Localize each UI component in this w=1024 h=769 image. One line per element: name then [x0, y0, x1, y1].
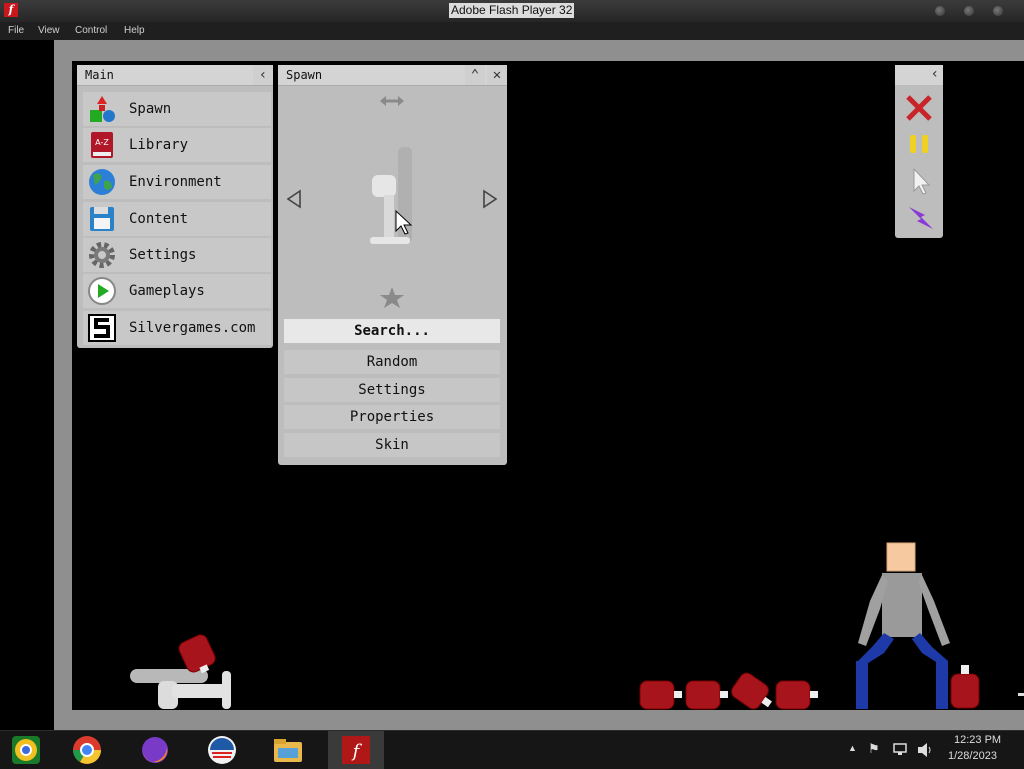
window-title: Adobe Flash Player 32 [449, 3, 575, 18]
clock-date[interactable]: 1/28/2023 [948, 750, 997, 762]
clock-time[interactable]: 12:23 PM [954, 734, 1001, 746]
main-panel-header[interactable]: Main ‹ [77, 65, 273, 86]
canister[interactable] [775, 680, 818, 710]
canister[interactable] [729, 670, 778, 710]
main-item-label: Settings [129, 247, 197, 263]
book-icon: A-Z [91, 132, 113, 158]
svg-text:A-Z: A-Z [95, 138, 109, 147]
main-item-label: Silvergames.com [129, 320, 256, 336]
canister[interactable] [685, 680, 728, 710]
taskbar: f ▲ ⚑ 12:23 PM 1/28/2023 [0, 730, 1024, 769]
delete-tool-icon[interactable] [906, 95, 932, 121]
spawn-preview [286, 96, 498, 308]
canister[interactable] [950, 665, 980, 709]
flash-logo-icon: f [4, 3, 18, 17]
next-arrow-icon[interactable] [483, 189, 498, 209]
silvergames-logo-icon [88, 314, 116, 342]
play-icon [88, 277, 116, 305]
offscreen-object [1018, 693, 1024, 696]
pointer-tool-icon[interactable] [913, 167, 931, 195]
minimize-chevron-up-icon[interactable]: ⌃ [465, 65, 485, 85]
main-item-spawn[interactable]: Spawn [83, 92, 271, 126]
maximize-button[interactable] [964, 6, 974, 16]
menu-control[interactable]: Control [75, 25, 107, 36]
canister[interactable] [639, 680, 682, 710]
fallen-ragdoll[interactable] [130, 633, 231, 709]
main-item-library[interactable]: A-Z Library [83, 128, 271, 162]
skin-button[interactable]: Skin [284, 433, 500, 457]
main-item-label: Library [129, 137, 189, 153]
resize-arrows-icon[interactable] [380, 96, 404, 106]
standing-ragdoll[interactable] [856, 542, 950, 709]
shapes-icon [90, 96, 115, 122]
tool-icons [906, 95, 933, 229]
collapse-chevron-icon[interactable]: ‹ [253, 65, 273, 85]
main-panel: Main ‹ Spawn A-Z Library Environment Con… [77, 65, 273, 348]
settings-button[interactable]: Settings [284, 378, 500, 402]
spawn-panel-header[interactable]: Spawn ⌃ ✕ [278, 65, 507, 86]
flag-icon[interactable]: ⚑ [868, 741, 880, 757]
volume-icon[interactable] [917, 742, 933, 758]
random-button[interactable]: Random [284, 350, 500, 374]
menu-help[interactable]: Help [124, 25, 145, 36]
search-button[interactable]: Search... [284, 319, 500, 343]
show-hidden-icons-chevron-icon[interactable]: ▲ [848, 743, 857, 753]
minimize-button[interactable] [935, 6, 945, 16]
main-item-label: Environment [129, 174, 222, 190]
main-item-label: Spawn [129, 101, 172, 117]
menu-view[interactable]: View [38, 25, 60, 36]
pause-icon[interactable] [910, 135, 928, 153]
close-icon[interactable]: ✕ [487, 65, 507, 85]
main-item-silvergames[interactable]: Silvergames.com [83, 311, 271, 345]
collapse-chevron-icon[interactable]: ‹ [931, 66, 939, 82]
main-item-environment[interactable]: Environment [83, 165, 271, 199]
lightning-tool-icon[interactable] [909, 207, 933, 229]
title-bar: f Adobe Flash Player 32 [0, 0, 1024, 22]
gear-icon [89, 242, 115, 268]
main-panel-title: Main [85, 68, 114, 82]
main-item-gameplays[interactable]: Gameplays [83, 274, 271, 308]
tool-panel: ‹ [895, 65, 943, 238]
menu-bar: File View Control Help [0, 22, 1024, 40]
firefox-icon[interactable] [139, 734, 171, 766]
main-item-settings[interactable]: Settings [83, 238, 271, 272]
spawn-panel-title: Spawn [286, 68, 323, 82]
tool-panel-header[interactable]: ‹ [895, 65, 943, 85]
previous-arrow-icon[interactable] [286, 189, 301, 209]
close-window-button[interactable] [993, 6, 1003, 16]
left-margin [0, 40, 54, 730]
menu-file[interactable]: File [8, 25, 24, 36]
globe-icon [89, 169, 115, 195]
flash-taskbar-button[interactable]: f [328, 731, 384, 769]
network-icon[interactable] [893, 743, 909, 757]
properties-button[interactable]: Properties [284, 405, 500, 429]
chrome-icon[interactable] [71, 734, 103, 766]
main-item-label: Content [129, 211, 189, 227]
file-explorer-icon[interactable] [272, 734, 304, 766]
spawn-panel: Spawn ⌃ ✕ Search... Random Settings Prop… [278, 65, 507, 465]
star-favorite-icon[interactable] [380, 287, 404, 308]
cyberlink-icon[interactable] [206, 734, 238, 766]
flash-player-icon: f [342, 736, 370, 764]
chrome-canary-icon[interactable] [10, 734, 42, 766]
main-item-label: Gameplays [129, 283, 205, 299]
main-item-content[interactable]: Content [83, 202, 271, 236]
floppy-disk-icon [90, 207, 114, 231]
